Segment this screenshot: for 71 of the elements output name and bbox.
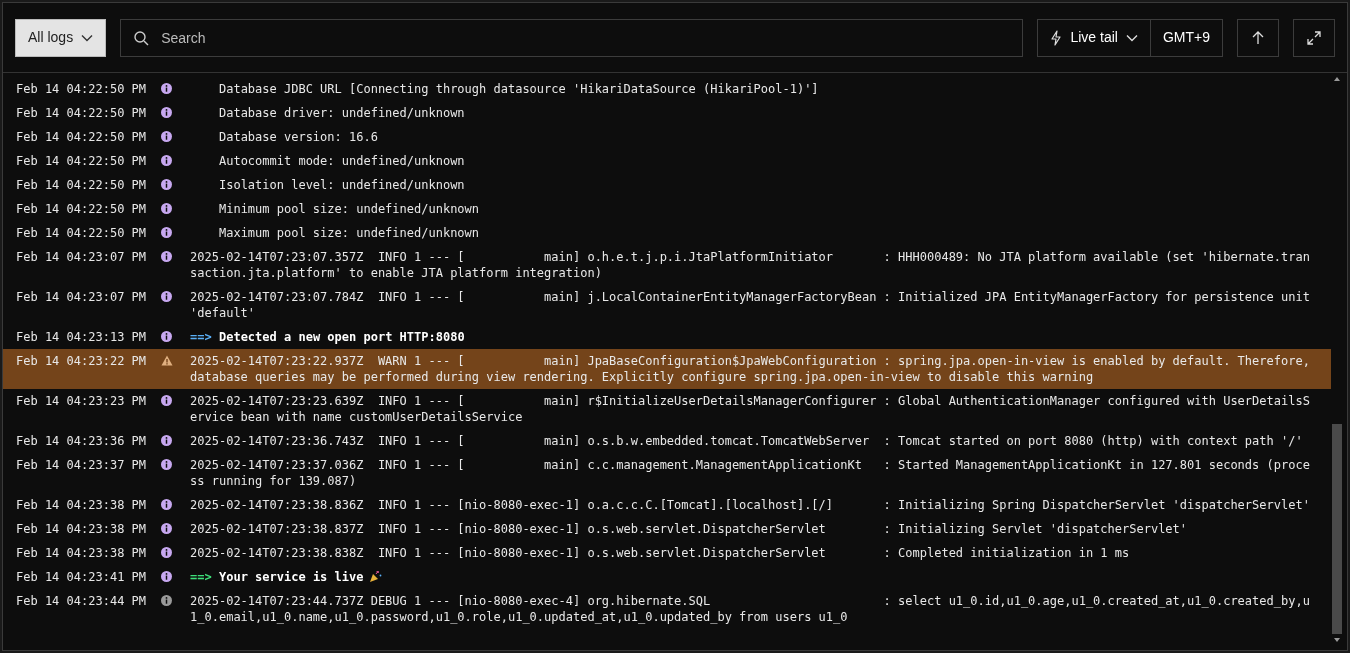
log-message: 2025-02-14T07:23:07.357Z INFO 1 --- [ main] o.h.e.t.j.p.i.JtaPlatformInitiator : HHH000489: No JTA platform available (set 'hibernate.transaction.jta.platform' to enable JTA platform integration) (190, 249, 1311, 281)
log-row[interactable] (3, 349, 1331, 389)
log-message: Database version: 16.6 (217, 129, 378, 145)
log-message: 2025-02-14T07:23:44.737Z DEBUG 1 --- [nio-8080-exec-4] org.hibernate.SQL : select u1_0.id,u1_0.age,u1_0.created_at,u1_0.created_by,u1_0.email,u1_0.name,u1_0.password,u1_0.role,u1_0.updated_at,u1_0.updated_by from users u1_0 (190, 593, 1311, 625)
scroll-down-arrow-icon[interactable] (1333, 636, 1341, 644)
log-row[interactable]: Feb 14 04:22:50 PM Isolation level: undefined/unknown (3, 173, 1331, 197)
log-message: Database driver: undefined/unknown (217, 105, 465, 121)
log-timestamp: Feb 14 04:23:38 PM (16, 521, 147, 537)
log-message: Database JDBC URL [Connecting through datasource 'HikariDataSource (HikariPool-1)'] (217, 81, 819, 97)
scroll-up-arrow-icon[interactable] (1333, 75, 1341, 83)
log-row[interactable]: Feb 14 04:22:50 PM Database JDBC URL [Connecting through datasource 'HikariDataSource (HikariPool-1)'] (3, 77, 1331, 101)
log-timestamp: Feb 14 04:23:38 PM (16, 545, 147, 561)
log-timestamp: Feb 14 04:22:50 PM (16, 225, 147, 241)
arrow-marker: ==> (190, 570, 212, 584)
log-row[interactable]: Feb 14 04:23:41 PM ==> Your service is live (3, 565, 1331, 589)
log-message: 2025-02-14T07:23:38.836Z INFO 1 --- [nio-8080-exec-1] o.a.c.c.C.[Tomcat].[localhost].[/] : Initializing Spring DispatcherServlet 'dispatcherServlet' (190, 497, 1310, 513)
log-timestamp: Feb 14 04:23:37 PM (16, 457, 147, 474)
log-filter-dropdown[interactable]: All logs (15, 18, 107, 57)
log-timestamp: Feb 14 04:23:38 PM (16, 497, 147, 513)
log-timestamp: Feb 14 04:22:50 PM (16, 153, 147, 169)
log-message: Minimum pool size: undefined/unknown (217, 201, 480, 217)
log-row[interactable]: Feb 14 04:22:50 PM Minimum pool size: undefined/unknown (3, 197, 1331, 221)
search-field[interactable]: Search (120, 18, 1024, 57)
chevron-down-icon (1125, 33, 1138, 42)
log-row[interactable]: Feb 14 04:23:36 PM 2025-02-14T07:23:36.743Z INFO 1 --- [ main] o.s.b.w.embedded.tomcat.TomcatWebServer : Tomcat started on port 8080 (http) with context path '/' (3, 429, 1331, 453)
log-row[interactable]: Feb 14 04:23:38 PM 2025-02-14T07:23:38.837Z INFO 1 --- [nio-8080-exec-1] o.s.web.servlet.DispatcherServlet : Initializing Servlet 'dispatcherServlet' (3, 517, 1331, 541)
chevron-down-icon (81, 33, 94, 42)
arrow-marker: ==> (190, 330, 212, 344)
live-tail-dropdown[interactable]: Live tail (1038, 19, 1151, 56)
log-message: Your service is live (218, 570, 364, 584)
log-message: 2025-02-14T07:23:23.639Z INFO 1 --- [ main] r$InitializeUserDetailsManagerConfigurer : Global AuthenticationManager configured with UserDetailsService bean with name customUserDetailsService (190, 393, 1311, 425)
log-timestamp: Feb 14 04:23:23 PM (16, 393, 147, 410)
log-message: Autocommit mode: undefined/unknown (217, 153, 465, 169)
log-timestamp: Feb 14 04:23:07 PM (16, 289, 147, 306)
log-message: 2025-02-14T07:23:38.837Z INFO 1 --- [nio-8080-exec-1] o.s.web.servlet.DispatcherServlet : Initializing Servlet 'dispatcherServlet' (190, 521, 1188, 537)
log-row[interactable]: Feb 14 04:23:37 PM 2025-02-14T07:23:37.036Z INFO 1 --- [ main] c.c.management.ManagementApplicationKt : Started ManagementApplicationKt in 127.801 seconds (process running for 139.087) (3, 453, 1331, 493)
log-timestamp: Feb 14 04:23:22 PM (16, 353, 147, 370)
log-row[interactable]: Feb 14 04:23:13 PM ==> Detected a new open port HTTP:8080 (3, 325, 1331, 349)
fullscreen-button[interactable] (1293, 18, 1335, 57)
log-message: 2025-02-14T07:23:36.743Z INFO 1 --- [ main] o.s.b.w.embedded.tomcat.TomcatWebServer : Tomcat started on port 8080 (http) with context path '/' (190, 433, 1303, 449)
log-timestamp: Feb 14 04:22:50 PM (16, 177, 147, 193)
arrow-up-icon (1252, 30, 1264, 45)
log-message: Isolation level: undefined/unknown (217, 177, 465, 193)
log-timestamp: Feb 14 04:23:07 PM (16, 249, 147, 266)
log-message: Detected a new open port HTTP:8080 (218, 330, 465, 344)
search-icon (133, 29, 150, 46)
log-message: 2025-02-14T07:23:38.838Z INFO 1 --- [nio-8080-exec-1] o.s.web.servlet.DispatcherServlet : Completed initialization in 1 ms (190, 545, 1130, 561)
log-timestamp: Feb 14 04:22:50 PM (16, 81, 147, 97)
expand-icon (1306, 29, 1322, 46)
log-message: Maximum pool size: undefined/unknown (217, 225, 480, 241)
log-row[interactable]: Feb 14 04:22:50 PM Database driver: undefined/unknown (3, 101, 1331, 125)
log-timestamp: Feb 14 04:22:50 PM (16, 201, 147, 217)
log-row[interactable]: Feb 14 04:23:07 PM 2025-02-14T07:23:07.784Z INFO 1 --- [ main] j.LocalContainerEntityManagerFactoryBean : Initialized JPA EntityManagerFactory for persistence unit 'default' (3, 285, 1331, 325)
log-row[interactable]: Feb 14 04:23:38 PM 2025-02-14T07:23:38.838Z INFO 1 --- [nio-8080-exec-1] o.s.web.servlet.DispatcherServlet : Completed initialization in 1 ms (3, 541, 1331, 565)
log-row[interactable]: Feb 14 04:22:50 PM Database version: 16.6 (3, 125, 1331, 149)
log-timestamp: Feb 14 04:23:13 PM (16, 329, 147, 345)
scroll-to-top-button[interactable] (1237, 18, 1279, 57)
log-timestamp: Feb 14 04:22:50 PM (16, 129, 147, 145)
log-row[interactable]: Feb 14 04:23:38 PM 2025-02-14T07:23:38.836Z INFO 1 --- [nio-8080-exec-1] o.a.c.c.C.[Tomcat].[localhost].[/] : Initializing Spring DispatcherServlet 'dispatcherServlet' (3, 493, 1331, 517)
scrollbar-thumb[interactable] (1332, 424, 1342, 634)
timezone-button[interactable]: GMT+9 (1150, 19, 1222, 56)
log-message: 2025-02-14T07:23:07.784Z INFO 1 --- [ main] j.LocalContainerEntityManagerFactoryBean : Initialized JPA EntityManagerFactory for persistence unit 'default' (190, 289, 1311, 321)
log-message: 2025-02-14T07:23:22.937Z WARN 1 --- [ main] JpaBaseConfiguration$JpaWebConfiguration : spring.jpa.open-in-view is enabled by default. Therefore, database queries may be performed during view rendering. Explicitly configure spring.jpa.open-in-view to disable this warning (190, 353, 1311, 385)
log-timestamp: Feb 14 04:22:50 PM (16, 105, 147, 121)
log-timestamp: Feb 14 04:23:41 PM (16, 569, 147, 585)
lightning-icon (1050, 29, 1063, 46)
log-timestamp: Feb 14 04:23:36 PM (16, 433, 147, 449)
log-row[interactable]: Feb 14 04:22:50 PM Maximum pool size: undefined/unknown (3, 221, 1331, 245)
log-timestamp: Feb 14 04:23:44 PM (16, 593, 147, 610)
log-message: 2025-02-14T07:23:37.036Z INFO 1 --- [ main] c.c.management.ManagementApplicationKt : Started ManagementApplicationKt in 127.801 seconds (process running for 139.087) (190, 457, 1311, 489)
log-row[interactable]: Feb 14 04:22:50 PM Autocommit mode: undefined/unknown (3, 149, 1331, 173)
